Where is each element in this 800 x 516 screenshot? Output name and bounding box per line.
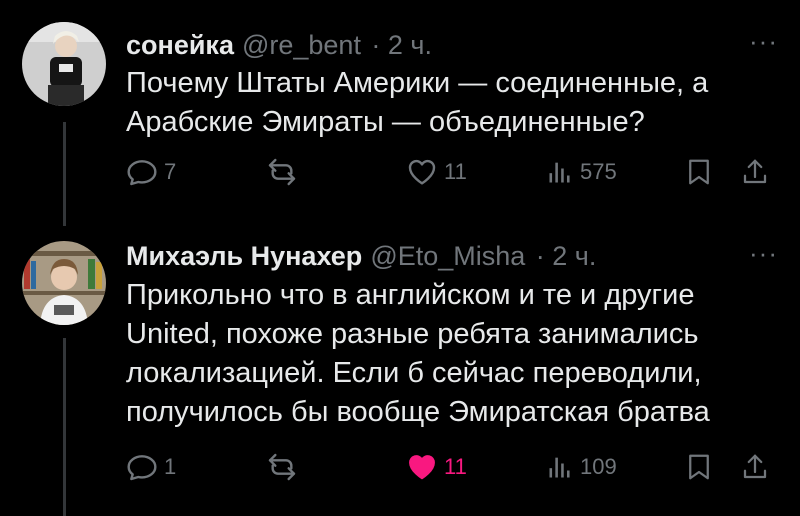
tweet-text-line: получилось бы вообще Эмиратская братва bbox=[126, 396, 710, 428]
reply-count: 1 bbox=[164, 454, 177, 479]
display-name[interactable]: Михаэль Нунахер bbox=[126, 241, 362, 271]
more-icon[interactable]: ··· bbox=[749, 238, 778, 269]
views-button[interactable]: 575 bbox=[546, 154, 617, 190]
thread-line-top bbox=[63, 122, 66, 226]
heart-icon bbox=[406, 451, 438, 483]
like-count: 11 bbox=[444, 159, 467, 184]
views-count: 575 bbox=[580, 159, 617, 184]
reply-icon bbox=[126, 451, 158, 483]
retweet-icon bbox=[266, 451, 298, 483]
user-handle[interactable]: @Eto_Misha bbox=[370, 241, 525, 271]
tweet-text: Почему Штаты Америки — соединенные, а Ар… bbox=[126, 64, 766, 142]
views-button[interactable]: 109 bbox=[546, 449, 617, 485]
display-name[interactable]: сонейка bbox=[126, 30, 234, 60]
avatar[interactable] bbox=[22, 22, 106, 106]
share-icon bbox=[740, 156, 770, 188]
bookmark-icon bbox=[684, 451, 714, 483]
tweet-text-line: Почему Штаты Америки — соединенные, а bbox=[126, 67, 709, 99]
retweet-button[interactable] bbox=[266, 449, 304, 485]
tweet-text-line: Арабские Эмираты — объединенные? bbox=[126, 106, 645, 138]
bookmark-icon bbox=[684, 156, 714, 188]
share-button[interactable] bbox=[740, 449, 770, 485]
avatar[interactable] bbox=[22, 241, 106, 325]
tweet-text-line: United, похоже разные ребята занимались bbox=[126, 318, 699, 350]
timestamp[interactable]: · 2 ч. bbox=[371, 30, 432, 60]
reply-button[interactable]: 7 bbox=[126, 154, 176, 190]
thread-line-bottom bbox=[63, 338, 66, 516]
views-count: 109 bbox=[580, 454, 617, 479]
views-icon bbox=[546, 156, 574, 188]
like-button[interactable]: 11 bbox=[406, 154, 467, 190]
like-button[interactable]: 11 bbox=[406, 449, 467, 485]
reply-count: 7 bbox=[164, 159, 177, 184]
like-count: 11 bbox=[444, 454, 467, 479]
share-icon bbox=[740, 451, 770, 483]
tweet-actions: 1 11 109 bbox=[126, 449, 776, 485]
more-icon[interactable]: ··· bbox=[749, 26, 778, 57]
reply-button[interactable]: 1 bbox=[126, 449, 176, 485]
tweet-actions: 7 11 575 bbox=[126, 154, 776, 190]
tweet-text: Прикольно что в английском и те и другие… bbox=[126, 276, 766, 432]
tweet-text-line: локализацией. Если б сейчас переводили, bbox=[126, 357, 702, 389]
share-button[interactable] bbox=[740, 154, 770, 190]
heart-icon bbox=[406, 156, 438, 188]
views-icon bbox=[546, 451, 574, 483]
bookmark-button[interactable] bbox=[684, 154, 714, 190]
user-handle[interactable]: @re_bent bbox=[242, 30, 361, 60]
bookmark-button[interactable] bbox=[684, 449, 714, 485]
retweet-icon bbox=[266, 156, 298, 188]
timestamp[interactable]: · 2 ч. bbox=[536, 241, 597, 271]
tweet-header: Михаэль Нунахер @Eto_Misha · 2 ч. bbox=[126, 241, 596, 272]
tweet-text-line: Прикольно что в английском и те и другие bbox=[126, 279, 695, 311]
retweet-button[interactable] bbox=[266, 154, 304, 190]
tweet-header: сонейка @re_bent · 2 ч. bbox=[126, 30, 432, 61]
reply-icon bbox=[126, 156, 158, 188]
